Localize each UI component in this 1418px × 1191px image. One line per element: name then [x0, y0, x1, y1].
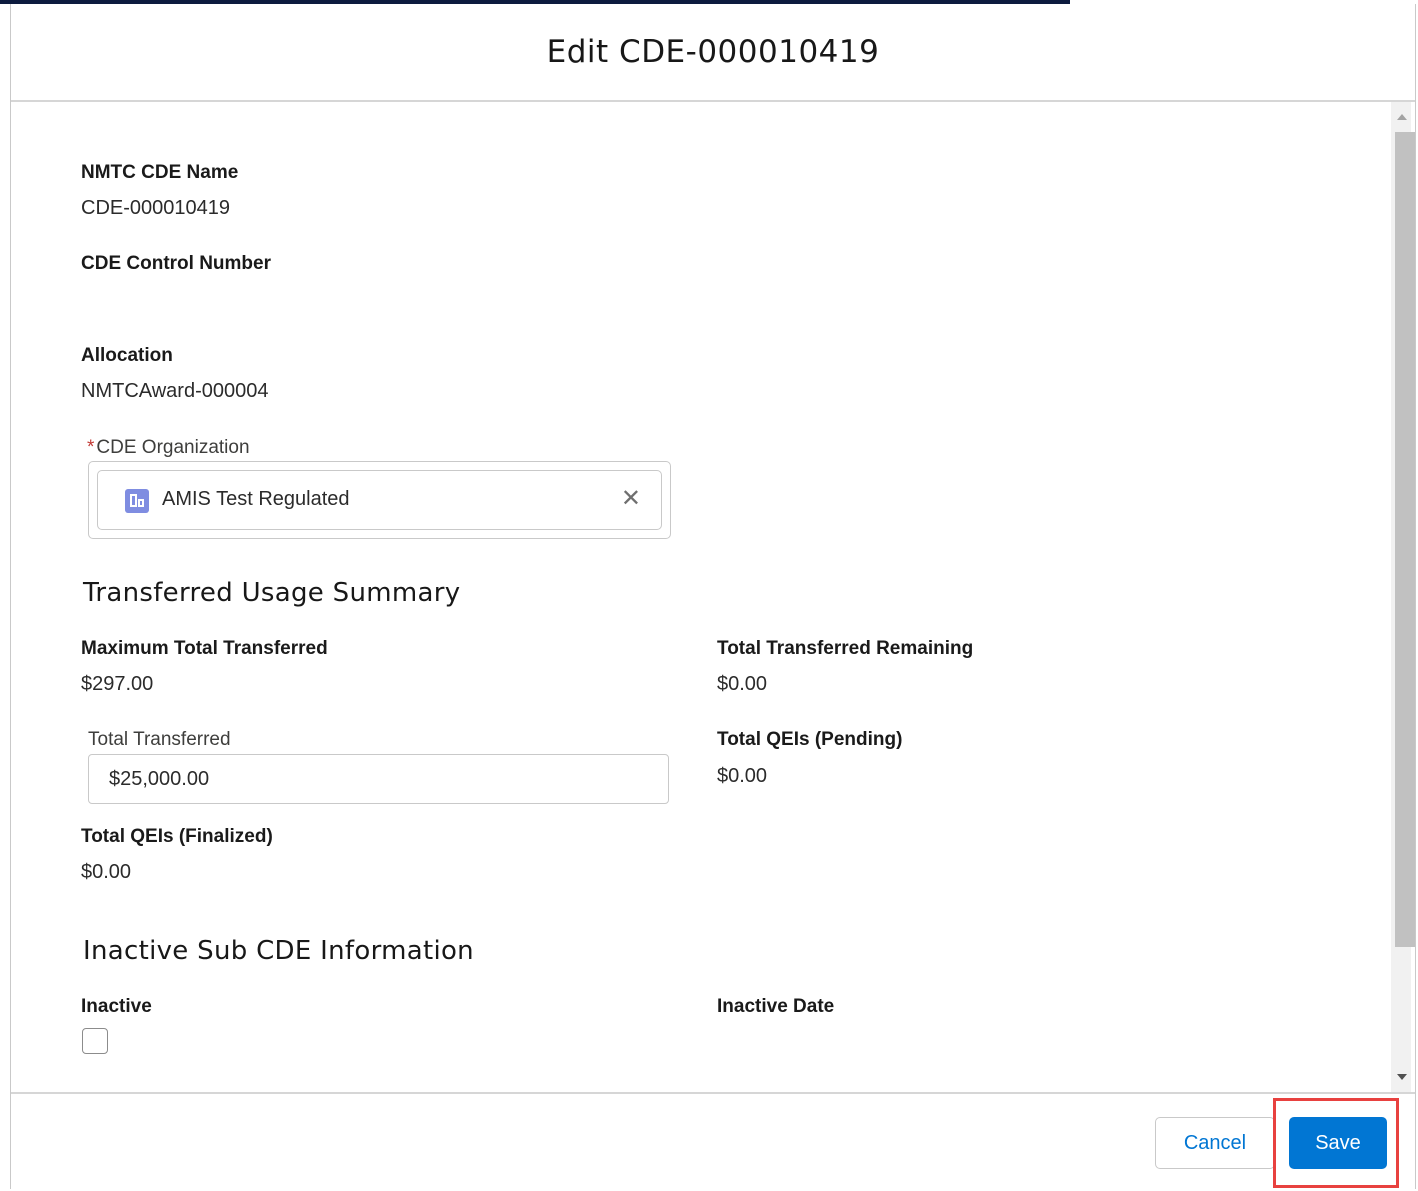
total-transferred-remaining-value: $0.00	[717, 673, 768, 695]
modal-header: Edit CDE-000010419	[11, 4, 1415, 102]
required-asterisk: *	[87, 437, 95, 458]
allocation-label: Allocation	[81, 345, 173, 366]
cde-organization-value: AMIS Test Regulated	[162, 488, 350, 510]
save-highlight-box	[1273, 1098, 1399, 1188]
edit-modal: Edit CDE-000010419 NMTC CDE Name CDE-000…	[10, 4, 1416, 1191]
max-total-transferred-label: Maximum Total Transferred	[81, 638, 328, 659]
vertical-scrollbar[interactable]	[1391, 102, 1415, 1092]
inactive-reason-label: Inactive Reason	[81, 1084, 226, 1092]
nmtc-cde-name-value: CDE-000010419	[81, 197, 230, 219]
cde-organization-label: CDE Organization	[96, 437, 250, 458]
total-qeis-pending-label: Total QEIs (Pending)	[717, 729, 903, 750]
total-transferred-label: Total Transferred	[88, 729, 231, 750]
modal-footer: Cancel Save	[11, 1092, 1415, 1191]
scrollbar-thumb[interactable]	[1395, 132, 1415, 947]
transferred-usage-section-title: Transferred Usage Summary	[83, 578, 461, 608]
total-qeis-pending-value: $0.00	[717, 765, 768, 787]
max-total-transferred-value: $297.00	[81, 673, 154, 695]
close-icon[interactable]: ✕	[621, 487, 641, 511]
scroll-down-arrow-icon[interactable]	[1397, 1074, 1407, 1080]
nmtc-cde-name-label: NMTC CDE Name	[81, 162, 239, 183]
cde-organization-label-row: * CDE Organization	[87, 437, 250, 459]
total-qeis-finalized-value: $0.00	[81, 861, 132, 883]
cancel-button[interactable]: Cancel	[1155, 1117, 1275, 1169]
inactive-info-section-title: Inactive Sub CDE Information	[83, 936, 474, 966]
allocation-value: NMTCAward-000004	[81, 380, 269, 402]
modal-title: Edit CDE-000010419	[546, 34, 880, 70]
total-qeis-finalized-label: Total QEIs (Finalized)	[81, 826, 273, 847]
building-icon	[125, 489, 149, 513]
modal-body[interactable]: NMTC CDE Name CDE-000010419 CDE Control …	[11, 102, 1415, 1092]
total-transferred-remaining-label: Total Transferred Remaining	[717, 638, 974, 659]
cde-control-number-label: CDE Control Number	[81, 253, 271, 274]
additional-reason-label: Additional Reason	[717, 1084, 884, 1092]
inactive-checkbox[interactable]	[82, 1028, 108, 1054]
cde-organization-selected-pill[interactable]: AMIS Test Regulated ✕	[97, 470, 662, 530]
inactive-label: Inactive	[81, 996, 152, 1017]
cde-organization-lookup: AMIS Test Regulated ✕	[88, 461, 671, 539]
total-transferred-input[interactable]: $25,000.00	[88, 754, 669, 804]
inactive-date-label: Inactive Date	[717, 996, 835, 1017]
scroll-up-arrow-icon[interactable]	[1397, 114, 1407, 120]
